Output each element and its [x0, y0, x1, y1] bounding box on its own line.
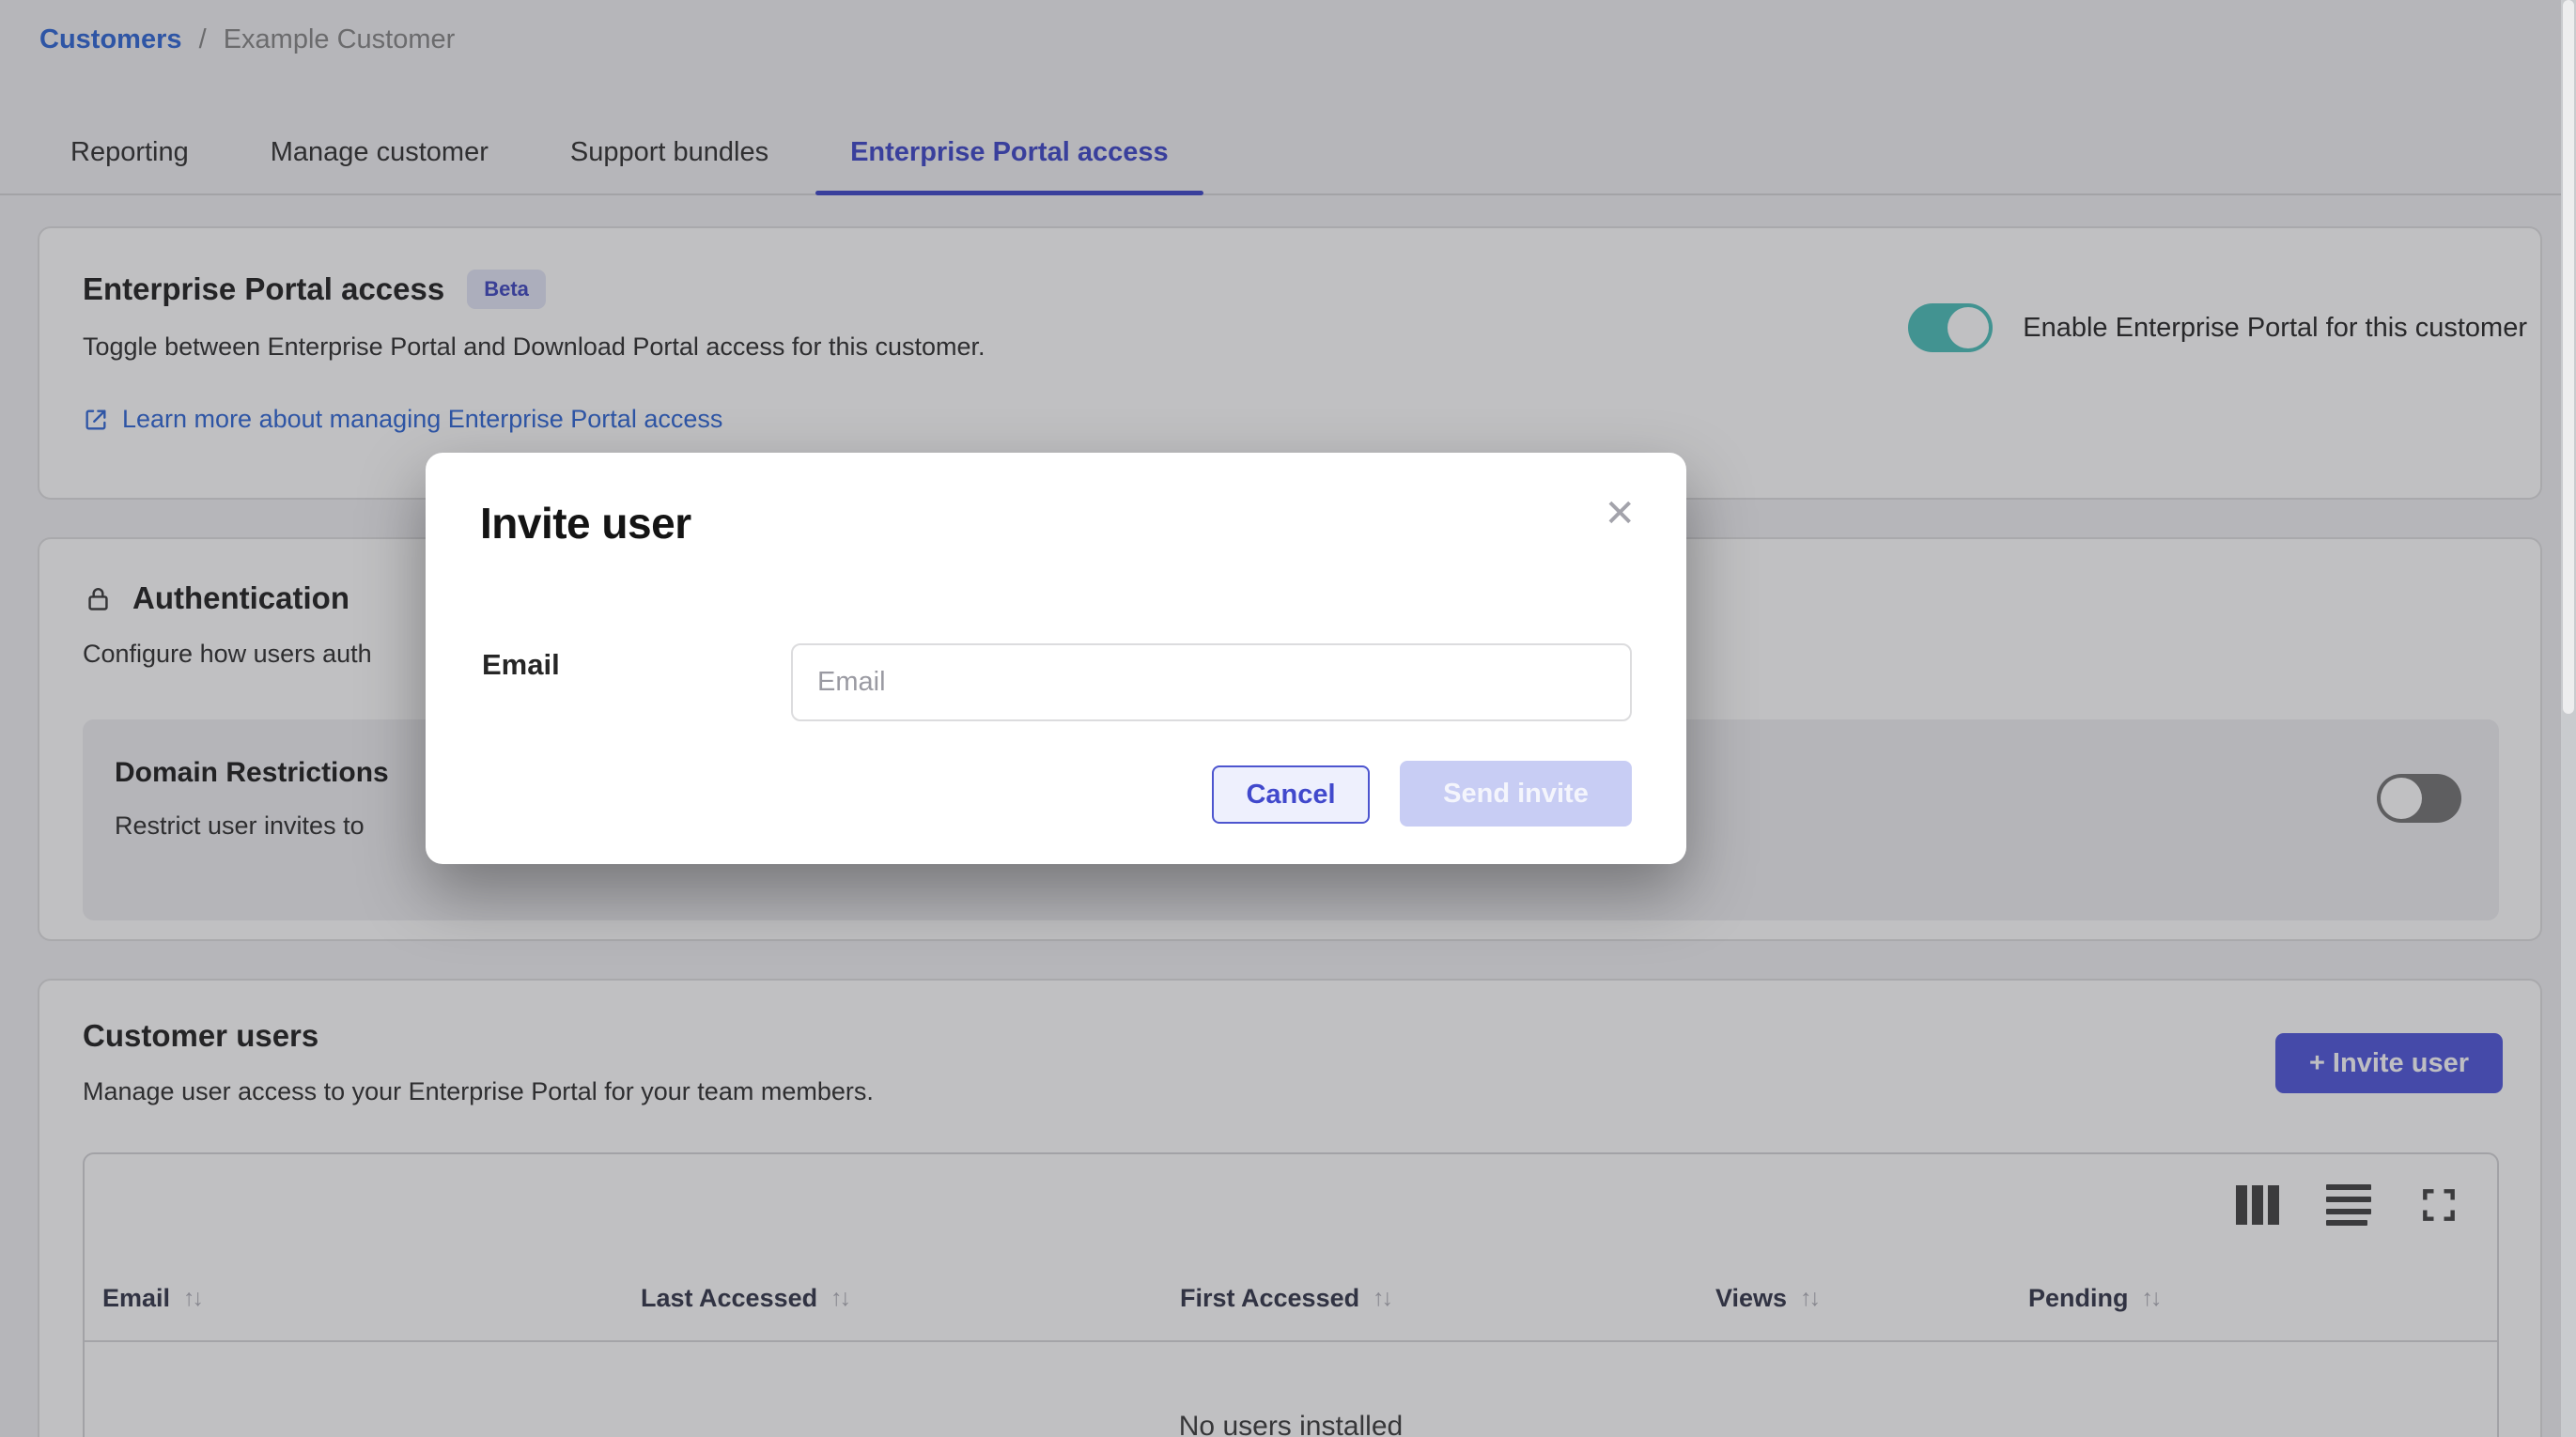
modal-title: Invite user: [480, 498, 691, 549]
invite-user-modal: Invite user ✕ Email Cancel Send invite: [426, 453, 1686, 864]
email-label: Email: [482, 648, 560, 682]
scrollbar-thumb[interactable]: [2563, 0, 2574, 714]
email-field[interactable]: [791, 643, 1632, 721]
page-scrollbar[interactable]: [2561, 0, 2576, 1437]
page: Customers / Example Customer Reporting M…: [0, 0, 2576, 1437]
close-icon[interactable]: ✕: [1604, 492, 1636, 535]
send-invite-button[interactable]: Send invite: [1400, 761, 1632, 827]
cancel-button[interactable]: Cancel: [1212, 765, 1370, 824]
